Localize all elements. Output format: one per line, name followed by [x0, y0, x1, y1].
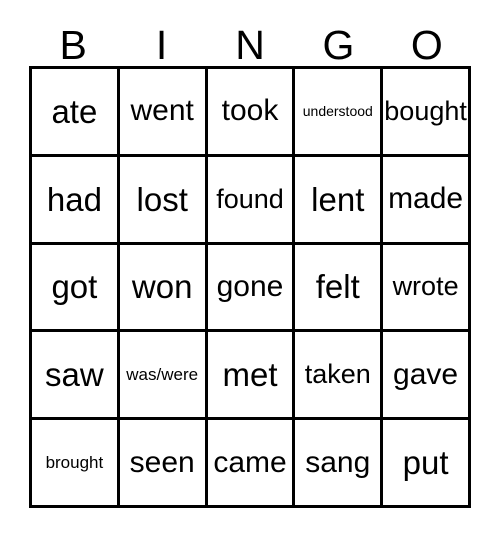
bingo-cell-label: came: [213, 445, 287, 479]
bingo-cell-label: made: [388, 182, 464, 216]
bingo-cell[interactable]: got: [32, 245, 117, 330]
bingo-cell-label: put: [402, 444, 449, 482]
bingo-cell-label: seen: [129, 445, 195, 479]
bingo-cell[interactable]: took: [204, 69, 293, 154]
bingo-cell[interactable]: wrote: [380, 244, 468, 330]
bingo-cell[interactable]: lost: [116, 156, 205, 242]
bingo-cell-label: felt: [315, 268, 360, 306]
bingo-cell[interactable]: taken: [292, 332, 380, 418]
bingo-cell-label: lent: [311, 180, 365, 218]
bingo-cell[interactable]: was/were: [116, 332, 205, 418]
bingo-cell[interactable]: felt: [292, 244, 380, 330]
bingo-cell-label: took: [221, 94, 279, 128]
bingo-cell-label: bought: [384, 95, 467, 126]
bingo-cell-label: taken: [304, 359, 371, 390]
bingo-header-letter-b: B: [29, 16, 117, 66]
bingo-cell-label: sang: [305, 445, 371, 479]
bingo-cell[interactable]: bought: [380, 69, 468, 154]
bingo-cell[interactable]: gave: [380, 332, 468, 418]
bingo-row: got won gone felt wrote: [32, 241, 468, 330]
bingo-cell-label: met: [222, 356, 278, 394]
bingo-cell-label: gave: [393, 357, 459, 391]
bingo-cell[interactable]: gone: [204, 244, 293, 330]
bingo-cell[interactable]: brought: [32, 420, 117, 505]
bingo-cell-label: understood: [302, 103, 373, 120]
bingo-cell[interactable]: came: [204, 420, 293, 505]
bingo-cell[interactable]: won: [116, 244, 205, 330]
bingo-cell-label: was/were: [126, 365, 199, 385]
bingo-row: brought seen came sang put: [32, 417, 468, 505]
bingo-cell-label: brought: [45, 453, 104, 473]
bingo-cell[interactable]: seen: [116, 420, 205, 505]
bingo-cell[interactable]: made: [380, 156, 468, 242]
bingo-cell[interactable]: saw: [32, 332, 117, 417]
bingo-cell-label: ate: [51, 92, 98, 130]
bingo-row: saw was/were met taken gave: [32, 329, 468, 418]
bingo-card: B I N G O ate went took understood bough…: [29, 16, 471, 508]
bingo-cell[interactable]: ate: [32, 69, 117, 154]
bingo-header-letter-i: I: [117, 16, 205, 66]
bingo-cell-label: found: [216, 183, 284, 214]
bingo-header-letter-g: G: [294, 16, 382, 66]
bingo-cell-label: lost: [136, 180, 188, 218]
bingo-cell[interactable]: had: [32, 157, 117, 242]
bingo-header-row: B I N G O: [29, 16, 471, 66]
header-letter-text: G: [322, 22, 355, 68]
header-letter-text: B: [59, 22, 87, 68]
bingo-cell-label: went: [130, 94, 194, 128]
bingo-cell[interactable]: understood: [292, 69, 380, 154]
bingo-cell-label: won: [131, 268, 193, 306]
bingo-cell-label: wrote: [392, 271, 459, 302]
bingo-cell[interactable]: sang: [292, 420, 380, 505]
bingo-cell[interactable]: put: [380, 420, 468, 505]
bingo-row: ate went took understood bought: [32, 69, 468, 154]
bingo-cell-label: got: [51, 268, 98, 306]
bingo-grid: ate went took understood bought had lost…: [29, 66, 471, 508]
header-letter-text: O: [410, 22, 443, 68]
bingo-cell-label: had: [46, 180, 102, 218]
bingo-cell-label: gone: [216, 269, 284, 303]
bingo-row: had lost found lent made: [32, 153, 468, 242]
bingo-cell-label: saw: [45, 356, 104, 394]
header-letter-text: I: [155, 22, 168, 68]
bingo-cell[interactable]: met: [204, 332, 293, 418]
header-letter-text: N: [235, 22, 265, 68]
bingo-cell[interactable]: went: [116, 69, 205, 154]
bingo-cell[interactable]: found: [204, 156, 293, 242]
bingo-cell[interactable]: lent: [292, 156, 380, 242]
bingo-header-letter-o: O: [383, 16, 471, 66]
bingo-header-letter-n: N: [206, 16, 294, 66]
